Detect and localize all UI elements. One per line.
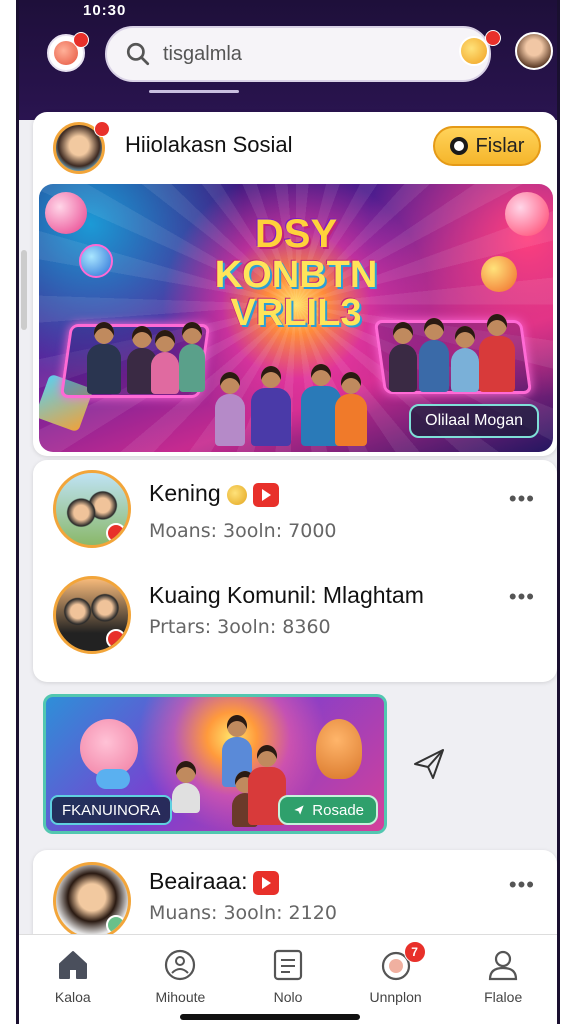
- group-badge: [106, 915, 126, 935]
- logo-notification-badge: [73, 32, 89, 48]
- person-figure: [215, 394, 245, 446]
- send-icon[interactable]: [411, 746, 447, 782]
- nav-notifications-label: Unnplon: [369, 989, 422, 1005]
- home-icon: [58, 951, 87, 979]
- community-banner[interactable]: DSY KONBTN VRLIL3 Olilaal Mogan: [39, 184, 553, 452]
- group-badge: [106, 523, 126, 543]
- promo-chip-left[interactable]: FKANUINORA: [50, 795, 173, 825]
- follow-button[interactable]: Fislar: [433, 126, 541, 166]
- bottom-navigation: Kaloa Mihoute Nolo 7 Unnplon Flaloe: [19, 934, 557, 1024]
- coin-notification-badge: [485, 30, 501, 46]
- group-avatar[interactable]: [53, 862, 131, 940]
- emoji-icon: [226, 484, 247, 505]
- nav-notes[interactable]: Nolo: [238, 947, 338, 1024]
- person-figure: [251, 388, 291, 446]
- nav-profile[interactable]: Flaloe: [453, 947, 553, 1024]
- promo-chip-right[interactable]: Rosade: [278, 795, 378, 825]
- group-avatar[interactable]: [53, 470, 131, 548]
- community-card: Hiiolakasn Sosial Fislar DSY KONBTN VRLI…: [33, 112, 557, 456]
- group-name: Beairaaa:: [149, 868, 280, 895]
- app-logo-icon[interactable]: [47, 32, 89, 72]
- promo-card[interactable]: FKANUINORA Rosade: [43, 694, 387, 834]
- person-figure: [451, 348, 479, 392]
- search-underline: [149, 90, 239, 93]
- group-meta: Muans: 3ooln: 2120: [149, 902, 337, 924]
- community-title: Hiiolakasn Sosial: [125, 132, 293, 157]
- banner-title-line1: DSY: [254, 212, 338, 256]
- share-small-icon: [294, 805, 304, 815]
- app-screen: 10:30 Hiiolakasn Sosial Fislar: [16, 0, 560, 1024]
- person-figure: [335, 394, 367, 446]
- person-figure: [479, 336, 515, 392]
- nav-notifications[interactable]: 7 Unnplon: [346, 941, 446, 1024]
- user-avatar[interactable]: [515, 32, 553, 70]
- nav-home-label: Kaloa: [54, 989, 91, 1005]
- notification-count-badge: 7: [403, 941, 426, 963]
- status-time: 10:30: [83, 2, 127, 19]
- video-badge-icon: [252, 482, 279, 507]
- group-row[interactable]: Kening Moans: 3ooln: 7000 •••: [33, 470, 557, 570]
- group-name: Kening: [149, 480, 279, 507]
- group-meta: Prtars: 3ooln: 8360: [149, 616, 331, 638]
- person-figure: [179, 344, 205, 392]
- group-badge: [106, 629, 126, 649]
- nav-community[interactable]: Mihoute: [130, 947, 230, 1024]
- home-indicator[interactable]: [180, 1014, 360, 1020]
- group-row[interactable]: Kuaing Komunil: Mlaghtam Prtars: 3ooln: …: [33, 576, 557, 676]
- profile-icon: [489, 950, 518, 981]
- follow-button-label: Fislar: [475, 134, 525, 157]
- mascot-figure: [96, 769, 130, 789]
- banner-chip[interactable]: Olilaal Mogan: [409, 404, 539, 438]
- group-meta: Moans: 3ooln: 7000: [149, 520, 337, 542]
- scroll-handle[interactable]: [21, 250, 27, 330]
- community-icon: [165, 949, 196, 981]
- group-avatar[interactable]: [53, 576, 131, 654]
- community-avatar[interactable]: [53, 121, 110, 174]
- more-options-icon[interactable]: •••: [509, 584, 535, 610]
- groups-card: Kening Moans: 3ooln: 7000 ••• Kuaing Kom…: [33, 460, 557, 682]
- person-figure: [87, 344, 121, 394]
- record-icon: [449, 137, 468, 155]
- group-name: Kuaing Komunil: Mlaghtam: [149, 582, 424, 608]
- person-figure: [389, 344, 417, 392]
- search-icon: [126, 42, 150, 66]
- nav-home[interactable]: Kaloa: [23, 947, 123, 1024]
- community-badge: [94, 121, 110, 137]
- person-figure: [419, 340, 449, 392]
- notes-icon: [273, 949, 303, 981]
- video-badge-icon: [253, 870, 280, 895]
- nav-profile-label: Flaloe: [484, 989, 523, 1005]
- more-options-icon[interactable]: •••: [509, 872, 535, 898]
- more-options-icon[interactable]: •••: [509, 486, 535, 512]
- search-bar[interactable]: [105, 26, 491, 82]
- nav-community-label: Mihoute: [155, 989, 206, 1005]
- nav-notes-label: Nolo: [273, 989, 303, 1005]
- mascot-figure: [316, 719, 362, 779]
- coin-icon[interactable]: [459, 30, 501, 66]
- person-figure: [151, 352, 179, 394]
- search-input[interactable]: [163, 42, 403, 66]
- person-figure: [172, 783, 200, 813]
